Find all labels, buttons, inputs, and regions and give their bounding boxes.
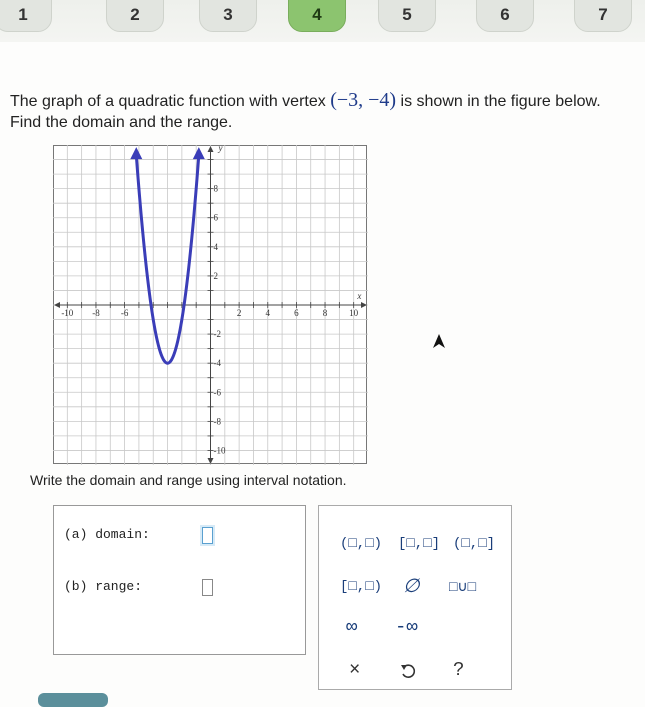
union-button[interactable]: □∪□ [449,579,476,596]
step-7[interactable]: 7 [574,0,632,32]
y-tick-label: 8 [214,184,219,194]
step-label: 4 [312,5,322,24]
undo-button[interactable] [400,662,416,685]
step-3[interactable]: 3 [199,0,257,32]
x-tick-label: 6 [294,308,299,318]
vertex-expression: (−3, −4) [330,89,397,111]
step-2[interactable]: 2 [106,0,164,32]
answer-panel: (a) domain: (b) range: [53,505,306,655]
x-axis-label: x [356,291,361,301]
x-tick-label: -10 [61,308,73,318]
x-tick-label: 10 [349,308,359,318]
question-line1-end: is shown in the figure below. [396,93,601,110]
x-tick-label: -6 [121,308,129,318]
question-text: The graph of a quadratic function with v… [10,90,640,133]
y-tick-label: -2 [214,329,222,339]
clear-button[interactable]: × [349,659,360,681]
step-label: 2 [130,5,140,24]
step-label: 6 [500,5,510,24]
y-tick-label: 2 [214,271,219,281]
y-tick-label: -4 [214,358,222,368]
interval-keypad: (□,□) [□,□] (□,□] [□,□) ∅ □∪□ ∞ -∞ × ? [318,505,512,690]
empty-set-button[interactable]: ∅ [403,575,420,598]
step-6[interactable]: 6 [476,0,534,32]
question-line1-start: The graph of a quadratic function with v… [10,93,331,110]
x-tick-label: -8 [92,308,100,318]
open-open-interval-button[interactable]: (□,□) [340,536,382,552]
undo-icon [401,664,416,678]
domain-input[interactable] [202,527,213,544]
y-tick-label: -6 [214,387,222,397]
x-tick-label: 4 [266,308,271,318]
instructions: Write the domain and range using interva… [30,472,347,488]
range-input[interactable] [202,579,213,596]
step-navigation: 1 2 3 4 5 6 7 [0,0,645,42]
x-tick-label: 8 [323,308,328,318]
range-label: (b) range: [64,579,143,594]
help-button[interactable]: ? [453,659,464,681]
x-tick-label: 2 [237,308,242,318]
infinity-button[interactable]: ∞ [346,616,357,638]
step-1[interactable]: 1 [0,0,52,32]
negative-infinity-button[interactable]: -∞ [395,616,418,638]
step-label: 1 [18,5,28,24]
step-label: 5 [402,5,412,24]
y-tick-label: -10 [214,445,226,455]
open-closed-interval-button[interactable]: (□,□] [453,536,495,552]
question-line2: Find the domain and the range. [10,114,233,131]
step-label: 7 [598,5,608,24]
closed-closed-interval-button[interactable]: [□,□] [398,536,440,552]
closed-open-interval-button[interactable]: [□,□) [340,579,382,595]
step-5[interactable]: 5 [378,0,436,32]
mouse-cursor-icon [433,334,445,348]
y-tick-label: 6 [214,213,219,223]
y-tick-label: -8 [214,416,222,426]
bottom-tab[interactable] [38,693,108,707]
step-4[interactable]: 4 [288,0,346,32]
parabola-graph: -10 -8 -6 2 4 6 8 10 8 6 4 2 -2 -4 -6 -8 -10 x y [53,145,368,465]
y-axis-label: y [218,145,223,153]
domain-label: (a) domain: [64,527,150,542]
y-tick-label: 4 [214,242,219,252]
step-label: 3 [223,5,233,24]
